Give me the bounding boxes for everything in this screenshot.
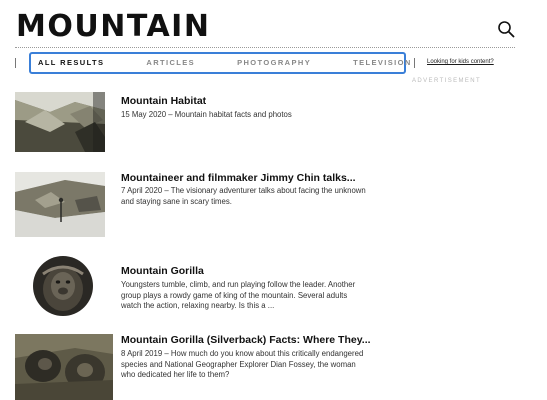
result-description: 7 April 2020 – The visionary adventurer … [121,186,366,206]
result-item[interactable]: Mountaineer and filmmaker Jimmy Chin tal… [15,172,415,238]
result-description: 15 May 2020 – Mountain habitat facts and… [121,110,292,119]
tab-photography[interactable]: PHOTOGRAPHY [237,54,311,72]
header: MOUNTAIN [0,0,547,50]
page-title: MOUNTAIN [16,9,211,44]
result-description: 8 April 2019 – How much do you know abou… [121,349,364,380]
tab-all-results[interactable]: ALL RESULTS [38,54,104,72]
result-thumbnail[interactable] [33,256,93,316]
result-title[interactable]: Mountain Gorilla [121,265,204,278]
result-item[interactable]: Mountain Gorilla Youngsters tumble, clim… [15,256,415,322]
tab-television[interactable]: TELEVISION [353,54,412,72]
result-title[interactable]: Mountain Habitat [121,95,206,108]
result-thumbnail[interactable] [15,172,105,237]
advertisement-label: ADVERTISEMENT [412,78,482,84]
tab-edge-divider [414,58,415,68]
tab-articles[interactable]: ARTICLES [146,54,195,72]
result-thumbnail[interactable] [15,334,113,400]
tab-edge-divider [15,58,16,68]
result-item[interactable]: Mountain Gorilla (Silverback) Facts: Whe… [15,334,415,400]
result-title[interactable]: Mountaineer and filmmaker Jimmy Chin tal… [121,172,356,185]
result-item[interactable]: Mountain Habitat 15 May 2020 – Mountain … [15,92,415,154]
result-title[interactable]: Mountain Gorilla (Silverback) Facts: Whe… [121,334,371,347]
result-thumbnail[interactable] [15,92,105,152]
result-description: Youngsters tumble, climb, and run playin… [121,280,356,311]
search-icon[interactable] [497,20,515,38]
header-divider [15,47,515,48]
kids-content-link[interactable]: Looking for kids content? [427,59,494,65]
search-results-page: MOUNTAIN ALL RESULTS ARTICLES PHOTOGRAPH… [0,0,547,400]
result-type-tabs: ALL RESULTS ARTICLES PHOTOGRAPHY TELEVIS… [29,52,410,74]
